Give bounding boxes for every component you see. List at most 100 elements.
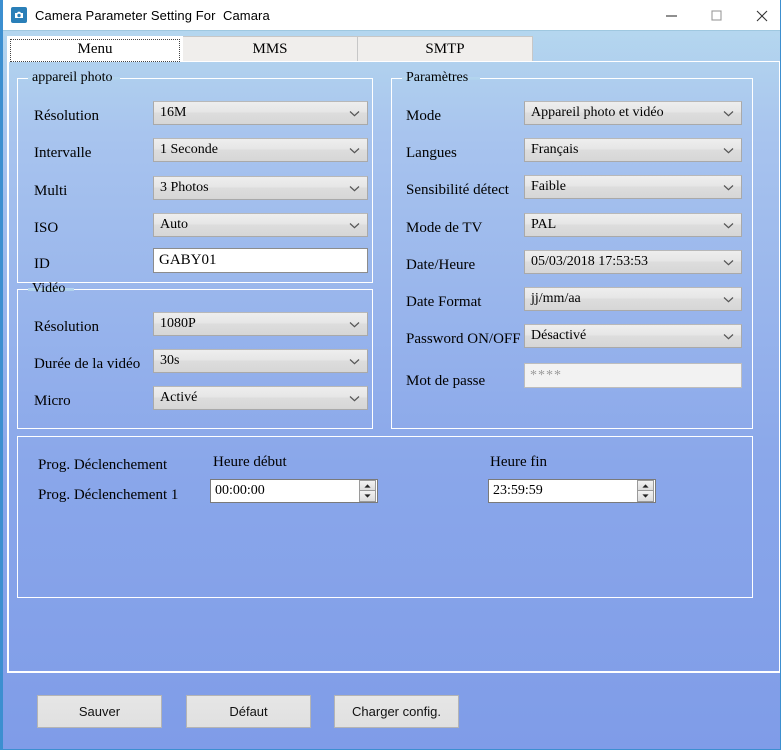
combo-param-password-onoff-value: Désactivé: [531, 328, 587, 343]
combo-param-mode[interactable]: Appareil photo et vidéo: [524, 101, 742, 125]
combo-param-password-onoff[interactable]: Désactivé: [524, 324, 742, 348]
label-heure-fin: Heure fin: [490, 454, 548, 470]
combo-param-datetime-value: 05/03/2018 17:53:53: [531, 254, 649, 269]
chevron-down-icon: [723, 257, 734, 268]
maximize-button[interactable]: [694, 0, 739, 31]
label-camera-multi: Multi: [34, 183, 68, 199]
combo-video-duration-value: 30s: [160, 353, 180, 368]
label-param-sensitivity: Sensibilité détect: [406, 182, 509, 198]
input-heure-debut-value: 00:00:00: [215, 483, 265, 498]
combo-video-duration[interactable]: 30s: [153, 349, 368, 373]
chevron-down-icon: [723, 220, 734, 231]
label-param-password-onoff: Password ON/OFF: [406, 331, 521, 347]
chevron-down-icon: [723, 331, 734, 342]
chevron-down-icon: [349, 356, 360, 367]
label-param-datetime: Date/Heure: [406, 257, 476, 273]
group-video-title: Vidéo: [32, 281, 66, 296]
combo-param-language[interactable]: Français: [524, 138, 742, 162]
label-schedule-header: Prog. Déclenchement: [38, 457, 168, 473]
combo-camera-interval[interactable]: 1 Seconde: [153, 138, 368, 162]
input-camera-id[interactable]: GABY01: [153, 248, 368, 273]
combo-camera-multi[interactable]: 3 Photos: [153, 176, 368, 200]
combo-camera-iso[interactable]: Auto: [153, 213, 368, 237]
default-button-label: Défaut: [229, 704, 268, 719]
group-video: Vidéo Résolution 1080P Durée de la vidéo…: [17, 281, 373, 429]
minimize-button[interactable]: [649, 0, 694, 31]
input-heure-debut[interactable]: 00:00:00: [210, 479, 378, 503]
combo-param-date-format-value: jj/mm/aa: [531, 291, 581, 306]
label-camera-id: ID: [34, 256, 50, 272]
combo-video-resolution-value: 1080P: [160, 316, 196, 331]
label-camera-resolution: Résolution: [34, 108, 100, 124]
chevron-down-icon: [349, 220, 360, 231]
combo-video-micro-value: Activé: [160, 390, 198, 405]
label-video-micro: Micro: [34, 393, 71, 409]
title-bar: Camera Parameter Setting For Camara: [3, 0, 780, 31]
label-camera-iso: ISO: [34, 220, 59, 236]
group-schedule: Prog. Déclenchement Heure début Heure fi…: [17, 436, 753, 598]
button-bar: Sauver Défaut Charger config.: [7, 676, 780, 746]
combo-param-tv-mode-value: PAL: [531, 217, 557, 232]
tab-smtp[interactable]: SMTP: [357, 36, 533, 62]
input-camera-id-value: GABY01: [159, 252, 217, 268]
chevron-down-icon: [349, 108, 360, 119]
label-param-tv-mode: Mode de TV: [406, 220, 483, 236]
spinner-down-icon[interactable]: [359, 491, 376, 502]
combo-camera-iso-value: Auto: [160, 217, 188, 232]
window-controls: [649, 0, 780, 31]
tab-smtp-label: SMTP: [425, 41, 465, 57]
combo-param-sensitivity[interactable]: Faible: [524, 175, 742, 199]
close-button[interactable]: [739, 0, 780, 31]
label-camera-interval: Intervalle: [34, 145, 92, 161]
label-param-date-format: Date Format: [406, 294, 482, 310]
label-param-mode: Mode: [406, 108, 441, 124]
load-config-button-label: Charger config.: [352, 704, 441, 719]
load-config-button[interactable]: Charger config.: [334, 695, 459, 728]
combo-param-sensitivity-value: Faible: [531, 179, 566, 194]
combo-camera-resolution-value: 16M: [160, 105, 187, 120]
spinner-down-icon[interactable]: [637, 491, 654, 502]
application-window: Camera Parameter Setting For Camara Menu…: [0, 0, 781, 750]
chevron-down-icon: [723, 108, 734, 119]
save-button[interactable]: Sauver: [37, 695, 162, 728]
group-appareil-photo-title: appareil photo: [32, 70, 113, 85]
combo-param-datetime[interactable]: 05/03/2018 17:53:53: [524, 250, 742, 274]
label-video-duration: Durée de la vidéo: [34, 356, 141, 372]
label-heure-debut: Heure début: [213, 454, 287, 470]
chevron-down-icon: [349, 183, 360, 194]
tab-mms[interactable]: MMS: [182, 36, 358, 62]
window-title: Camera Parameter Setting For Camara: [35, 7, 270, 23]
default-button[interactable]: Défaut: [186, 695, 311, 728]
chevron-down-icon: [723, 145, 734, 156]
group-parametres-title: Paramètres: [406, 70, 469, 85]
combo-param-tv-mode[interactable]: PAL: [524, 213, 742, 237]
tab-menu[interactable]: Menu: [7, 36, 183, 62]
spinner-up-icon[interactable]: [359, 480, 376, 491]
combo-camera-multi-value: 3 Photos: [160, 180, 209, 195]
combo-camera-resolution[interactable]: 16M: [153, 101, 368, 125]
chevron-down-icon: [349, 319, 360, 330]
combo-param-mode-value: Appareil photo et vidéo: [531, 105, 664, 120]
spinner-heure-debut[interactable]: [359, 480, 376, 502]
input-param-password[interactable]: ****: [524, 363, 742, 388]
combo-video-micro[interactable]: Activé: [153, 386, 368, 410]
chevron-down-icon: [723, 294, 734, 305]
label-schedule-row-1: Prog. Déclenchement 1: [38, 487, 179, 503]
chevron-down-icon: [723, 182, 734, 193]
combo-param-date-format[interactable]: jj/mm/aa: [524, 287, 742, 311]
spinner-heure-fin[interactable]: [637, 480, 654, 502]
input-param-password-placeholder: ****: [530, 367, 562, 383]
tab-focus-outline: [10, 39, 180, 62]
input-heure-fin[interactable]: 23:59:59: [488, 479, 656, 503]
save-button-label: Sauver: [78, 704, 121, 719]
spinner-up-icon[interactable]: [637, 480, 654, 491]
label-param-language: Langues: [406, 145, 457, 161]
label-param-password: Mot de passe: [406, 373, 486, 389]
tab-strip: Menu MMS SMTP: [7, 36, 780, 62]
combo-video-resolution[interactable]: 1080P: [153, 312, 368, 336]
chevron-down-icon: [349, 393, 360, 404]
chevron-down-icon: [349, 145, 360, 156]
tab-mms-label: MMS: [252, 41, 288, 57]
label-video-resolution: Résolution: [34, 319, 100, 335]
combo-param-language-value: Français: [531, 142, 579, 157]
